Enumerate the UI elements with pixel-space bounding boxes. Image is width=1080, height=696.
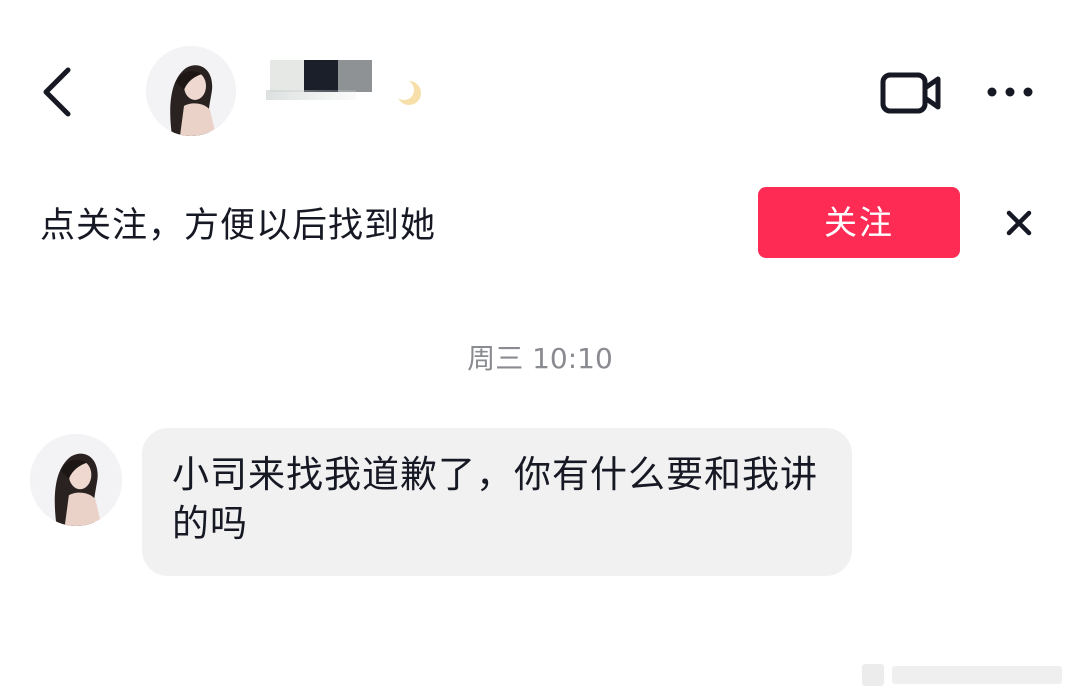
video-call-button[interactable] xyxy=(876,66,946,120)
message-text: 小司来找我道歉了，你有什么要和我讲的吗 xyxy=(172,453,818,545)
message-timestamp: 周三 10:10 xyxy=(467,342,613,375)
chevron-left-icon xyxy=(43,67,71,117)
name-mosaic xyxy=(270,60,372,92)
video-camera-icon xyxy=(880,72,941,114)
message-bubble[interactable]: 小司来找我道歉了，你有什么要和我讲的吗 xyxy=(142,428,852,576)
more-options-button[interactable] xyxy=(980,72,1040,112)
more-horizontal-icon xyxy=(987,87,1033,97)
follow-button[interactable]: 关注 xyxy=(758,187,960,258)
message-avatar[interactable] xyxy=(30,434,122,526)
close-follow-tip-button[interactable] xyxy=(996,200,1042,246)
contact-name[interactable] xyxy=(266,56,436,112)
follow-tip-text: 点关注，方便以后找到她 xyxy=(40,206,437,246)
back-button[interactable] xyxy=(36,62,86,122)
contact-avatar[interactable] xyxy=(146,46,236,136)
avatar-image xyxy=(146,46,236,136)
name-blur xyxy=(266,90,356,100)
watermark-logo xyxy=(862,664,1062,686)
moon-emoji-icon xyxy=(396,80,421,105)
avatar-image xyxy=(30,434,122,526)
close-icon xyxy=(1006,210,1032,236)
